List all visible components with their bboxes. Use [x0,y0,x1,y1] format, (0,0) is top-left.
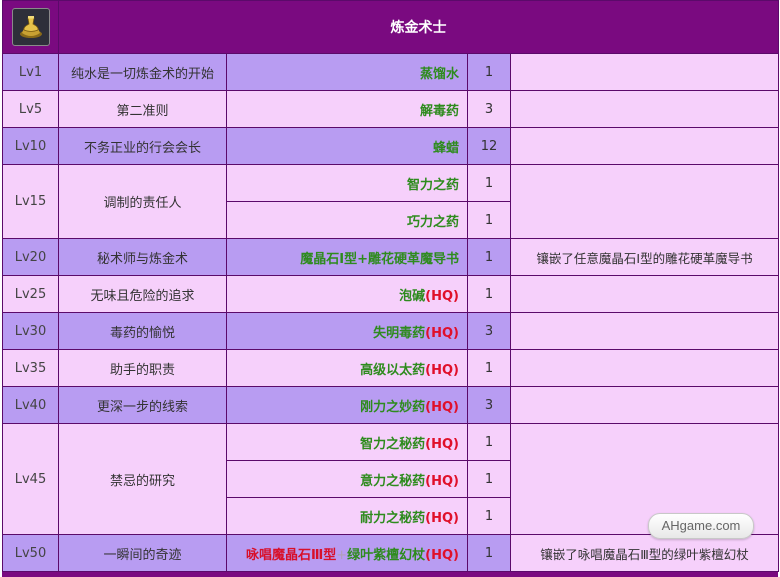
quest-name-cell: 禁忌的研究 [58,423,227,535]
note-cell [510,386,779,424]
item-name: 刚力之妙药 [360,399,426,415]
quantity-cell: 3 [467,386,511,424]
plus-sign: + [357,251,368,267]
item-cell: 解毒药 [226,90,468,128]
level-cell: Lv5 [2,90,59,128]
alchemy-flask-icon [11,8,50,46]
header-icon-cell [2,0,59,54]
table-row: Lv10 不务正业的行会会长 蜂蜡 12 [2,127,779,165]
item-name: 咏唱魔晶石Ⅲ型 [245,547,337,563]
plus-sign: + [336,547,348,563]
quantity-cell: 12 [467,127,511,165]
quantity-cell: 1 [467,497,511,535]
note-cell [510,164,779,239]
quantity-cell: 1 [467,349,511,387]
quantity-cell: 1 [467,164,511,202]
level-cell: Lv50 [2,534,59,572]
table-header-row: 炼金术士 [2,0,779,54]
table-row: Lv25 无味且危险的追求 泡碱(HQ) 1 [2,275,779,313]
item-cell: 蜂蜡 [226,127,468,165]
quantity-cell: 1 [467,423,511,461]
level-cell: Lv25 [2,275,59,313]
quest-name-cell: 不务正业的行会会长 [58,127,227,165]
quantity-cell: 1 [467,201,511,239]
level-cell: Lv10 [2,127,59,165]
level-cell: Lv20 [2,238,59,276]
item-cell: 咏唱魔晶石Ⅲ型+绿叶紫檀幻杖(HQ) [226,534,468,572]
item-cell: 耐力之秘药(HQ) [226,497,468,535]
quest-name-cell: 毒药的愉悦 [58,312,227,350]
quest-name-cell: 调制的责任人 [58,164,227,239]
item-cell: 智力之药 [226,164,468,202]
note-cell [510,275,779,313]
note-cell: 镶嵌了任意魔晶石Ⅰ型的雕花硬革魔导书 [510,238,779,276]
quantity-cell: 1 [467,238,511,276]
note-cell [510,90,779,128]
quest-name-cell: 无味且危险的追求 [58,275,227,313]
quantity-cell: 3 [467,312,511,350]
site-watermark: AHgame.com [648,513,754,539]
item-cell: 巧力之药 [226,201,468,239]
note-cell [510,312,779,350]
hq-tag: (HQ) [425,510,459,526]
hq-tag: (HQ) [425,473,459,489]
item-cell: 刚力之妙药(HQ) [226,386,468,424]
quest-name-cell: 第二准则 [58,90,227,128]
hq-tag: (HQ) [425,547,459,563]
hq-tag: (HQ) [425,362,459,378]
note-cell [510,53,779,91]
item-name: 绿叶紫檀幻杖 [347,547,426,563]
table-row: Lv15 调制的责任人 智力之药 1 [2,164,779,239]
quantity-cell: 1 [467,460,511,498]
item-name: 失明毒药 [373,325,426,341]
level-cell: Lv1 [2,53,59,91]
level-cell: Lv35 [2,349,59,387]
item-name: 耐力之秘药 [360,510,426,526]
item-name: 智力之秘药 [360,436,426,452]
table-row: Lv50 一瞬间的奇迹 咏唱魔晶石Ⅲ型+绿叶紫檀幻杖(HQ) 1 镶嵌了咏唱魔晶… [2,534,779,572]
item-cell: 意力之秘药(HQ) [226,460,468,498]
quantity-cell: 1 [467,53,511,91]
level-cell: Lv45 [2,423,59,535]
quest-name-cell: 秘术师与炼金术 [58,238,227,276]
quantity-cell: 1 [467,275,511,313]
level-cell: Lv30 [2,312,59,350]
item-cell: 智力之秘药(HQ) [226,423,468,461]
hq-tag: (HQ) [425,325,459,341]
item-cell: 泡碱(HQ) [226,275,468,313]
page-title: 炼金术士 [58,0,779,54]
level-cell: Lv15 [2,164,59,239]
item-name: 意力之秘药 [360,473,426,489]
quantity-cell: 1 [467,534,511,572]
note-cell [510,349,779,387]
table-row: Lv30 毒药的愉悦 失明毒药(HQ) 3 [2,312,779,350]
item-name: 高级以太药 [360,362,426,378]
table-row: Lv1 纯水是一切炼金术的开始 蒸馏水 1 [2,53,779,91]
table-row: Lv20 秘术师与炼金术 魔晶石Ⅰ型+雕花硬革魔导书 1 镶嵌了任意魔晶石Ⅰ型的… [2,238,779,276]
table-row: Lv40 更深一步的线索 刚力之妙药(HQ) 3 [2,386,779,424]
table-row: Lv45 禁忌的研究 智力之秘药(HQ) 1 [2,423,779,535]
table-footer-bar [2,572,778,577]
note-cell: 镶嵌了咏唱魔晶石Ⅲ型的绿叶紫檀幻杖 [510,534,779,572]
item-name: 雕花硬革魔导书 [367,251,459,267]
hq-tag: (HQ) [425,288,459,304]
item-cell: 失明毒药(HQ) [226,312,468,350]
hq-tag: (HQ) [425,399,459,415]
quest-name-cell: 助手的职责 [58,349,227,387]
item-name: 魔晶石Ⅰ型 [300,251,358,267]
hq-tag: (HQ) [425,436,459,452]
alchemist-quest-table: 炼金术士 Lv1 纯水是一切炼金术的开始 蒸馏水 1 Lv5 第二准则 解毒药 … [2,0,779,572]
quest-name-cell: 更深一步的线索 [58,386,227,424]
quest-name-cell: 纯水是一切炼金术的开始 [58,53,227,91]
table-row: Lv5 第二准则 解毒药 3 [2,90,779,128]
table-row: Lv35 助手的职责 高级以太药(HQ) 1 [2,349,779,387]
quest-name-cell: 一瞬间的奇迹 [58,534,227,572]
item-cell: 蒸馏水 [226,53,468,91]
item-cell: 魔晶石Ⅰ型+雕花硬革魔导书 [226,238,468,276]
item-name: 泡碱 [399,288,426,304]
note-cell [510,127,779,165]
item-cell: 高级以太药(HQ) [226,349,468,387]
level-cell: Lv40 [2,386,59,424]
quantity-cell: 3 [467,90,511,128]
